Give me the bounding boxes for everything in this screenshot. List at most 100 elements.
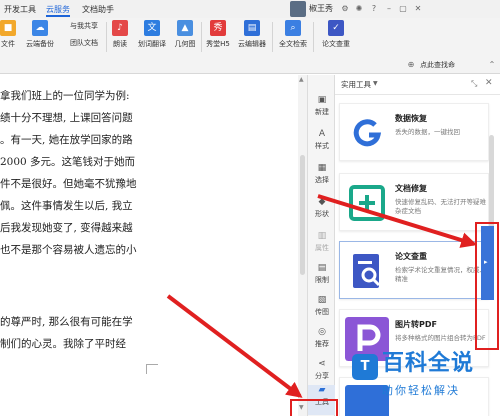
rail-label: 限制 [315, 276, 329, 284]
document-scrollbar[interactable]: ▲ ▼ [298, 75, 307, 416]
full-text-search-label: 全文检索 [279, 40, 307, 48]
full-text-search-button[interactable]: ⌕ 全文检索 [276, 20, 310, 54]
cloud-backup-button[interactable]: ☁ 云端备份 [22, 20, 58, 54]
ribbon-separator [106, 22, 107, 52]
doc-line: 绩十分不理想, 上课回答问题 [0, 112, 133, 124]
tab-developer-tools[interactable]: 开发工具 [4, 2, 36, 17]
file-label: 文件 [1, 40, 15, 48]
h5-label: 秀堂H5 [206, 40, 230, 48]
doc-line: 后我发现她变了, 变得越来越 [0, 222, 133, 234]
rail-item-recommend[interactable]: ◎ 推荐 [308, 327, 336, 363]
translate-button[interactable]: 文 划词翻译 [134, 20, 170, 54]
triangle-icon: ▲ [177, 20, 193, 36]
card-desc: 将多种格式的图片组合转为PDF [395, 334, 486, 342]
collapse-ribbon-icon[interactable]: ⌃ [486, 59, 498, 71]
close-icon[interactable]: ✕ [412, 3, 424, 15]
team-docs-label: 团队文档 [70, 39, 98, 47]
cloud-backup-label: 云端备份 [26, 40, 54, 48]
panel-title[interactable]: 实用工具 [341, 80, 371, 90]
ribbon-separator [201, 22, 202, 52]
highlight-panel-edge [475, 222, 499, 350]
rail-label: 属性 [315, 244, 329, 252]
watermark: T 百科全说 助你轻松解决 [352, 350, 498, 414]
ribbon: 开发工具 云服务 文档助手 椒王秀 ⚙ ✺ ? – ▢ ✕ ■ 文件 ☁ 云端备… [0, 0, 500, 74]
doc-line: 的尊严时, 那么很有可能在学 [0, 316, 133, 328]
card-desc: 快速修复乱码、无法打开等疑难杂症文档 [395, 198, 486, 215]
translate-icon: 文 [144, 20, 160, 36]
watermark-main: 百科全说 [382, 351, 475, 376]
close-icon[interactable]: ✕ [485, 78, 493, 88]
watermark-logo: T [352, 354, 378, 380]
doc-line: 2000 多元。这笔钱对于她而 [0, 156, 136, 168]
paper-check-icon [353, 254, 381, 288]
rail-item-restrict[interactable]: ▤ 限制 [308, 263, 336, 299]
paper-check-button[interactable]: ✓ 论文查重 [318, 20, 354, 54]
settings-icon[interactable]: ✺ [353, 3, 365, 15]
tool-card-doc-repair[interactable]: 文档修复 快速修复乱码、无法打开等疑难杂症文档 [339, 173, 489, 231]
rail-item-properties[interactable]: ▥ 属性 [308, 231, 336, 267]
ribbon-tab-row: 开发工具 云服务 文档助手 椒王秀 ⚙ ✺ ? – ▢ ✕ [0, 0, 500, 18]
chevron-down-icon[interactable]: ▼ [373, 80, 378, 87]
document-page[interactable]: 拿我们班上的一位同学为例: 绩十分不理想, 上课回答问题 。有一天, 她在放学回… [0, 75, 298, 416]
tab-document-assistant[interactable]: 文档助手 [82, 2, 114, 17]
card-title: 文档修复 [395, 184, 427, 193]
rail-item-new[interactable]: ▣ 新建 [308, 95, 336, 131]
ribbon-subbar: ⊕ 点此查找命 ⌃ [0, 57, 500, 73]
recommend-icon: ◎ [318, 327, 326, 337]
user-account[interactable]: 椒王秀 [290, 1, 333, 17]
help-icon[interactable]: ? [368, 3, 380, 15]
rail-label: 分享 [315, 372, 329, 380]
card-title: 论文查重 [395, 252, 427, 261]
doc-line: 制们的心灵。我除了平时经 [0, 338, 126, 350]
doc-line: 。有一天, 她在放学回家的路 [0, 134, 133, 146]
card-title: 数据恢复 [395, 114, 427, 123]
properties-icon: ▥ [317, 231, 327, 241]
watermark-sub: 助你轻松解决 [382, 384, 460, 397]
paper-check-label: 论文查重 [322, 40, 350, 48]
scroll-thumb[interactable] [300, 155, 305, 275]
card-title: 图片转PDF [395, 320, 437, 329]
h5-button[interactable]: 秀 秀堂H5 [204, 20, 232, 54]
doc-repair-icon [349, 185, 385, 221]
dock-icon[interactable]: ⤡ [471, 79, 477, 89]
team-docs-button[interactable]: 团队文档 [64, 38, 104, 52]
card-desc: 丢失的数据，一键找回 [395, 128, 460, 136]
rail-label: 传图 [315, 308, 329, 316]
rail-item-upload-image[interactable]: ▧ 传图 [308, 295, 336, 331]
read-aloud-label: 朗读 [113, 40, 127, 48]
rail-label: 选择 [315, 176, 329, 184]
rail-item-select[interactable]: ▦ 选择 [308, 163, 336, 199]
cloud-editor-button[interactable]: ▤ 云编辑器 [236, 20, 268, 54]
paper-check-icon: ✓ [328, 20, 344, 36]
geometry-button[interactable]: ▲ 几何图 [172, 20, 198, 54]
pin-icon[interactable]: ⊕ [405, 59, 417, 71]
speaker-icon: ♪ [112, 20, 128, 36]
file-button[interactable]: ■ 文件 [0, 20, 16, 54]
doc-line: 拿我们班上的一位同学为例: [0, 90, 130, 102]
lock-icon: ▤ [317, 263, 327, 273]
scroll-up-icon[interactable]: ▲ [299, 76, 304, 83]
tool-card-paper-check[interactable]: 论文查重 检索学术论文重复情况，权威、精准 [339, 241, 489, 299]
rail-label: 新建 [315, 108, 329, 116]
restore-icon[interactable]: ▢ [397, 3, 409, 15]
tool-card-data-recovery[interactable]: 数据恢复 丢失的数据，一键找回 [339, 103, 489, 161]
gear-icon[interactable]: ⚙ [339, 3, 351, 15]
rail-label: 推荐 [315, 340, 329, 348]
rail-label: 样式 [315, 142, 329, 150]
rail-item-style[interactable]: A 样式 [308, 129, 336, 165]
rail-label: 形状 [315, 210, 329, 218]
avatar [290, 1, 306, 17]
shared-with-me-button[interactable]: 与我共享 [64, 19, 104, 37]
command-search-hint[interactable]: 点此查找命 [420, 60, 455, 70]
read-aloud-button[interactable]: ♪ 朗读 [110, 20, 130, 54]
style-icon: A [318, 129, 326, 139]
user-name: 椒王秀 [309, 4, 333, 13]
minimize-icon[interactable]: – [383, 3, 395, 15]
tab-cloud-service[interactable]: 云服务 [46, 2, 70, 17]
rail-item-shape[interactable]: ◆ 形状 [308, 197, 336, 233]
geometry-label: 几何图 [174, 40, 196, 48]
translate-label: 划词翻译 [138, 40, 166, 48]
side-tool-rail: ▣ 新建 A 样式 ▦ 选择 ◆ 形状 ▥ 属性 ▤ 限制 ▧ 传图 ◎ 推荐 … [307, 75, 336, 416]
toolbox-icon: ▰ [318, 385, 326, 395]
share-icon: ⋖ [318, 359, 326, 369]
